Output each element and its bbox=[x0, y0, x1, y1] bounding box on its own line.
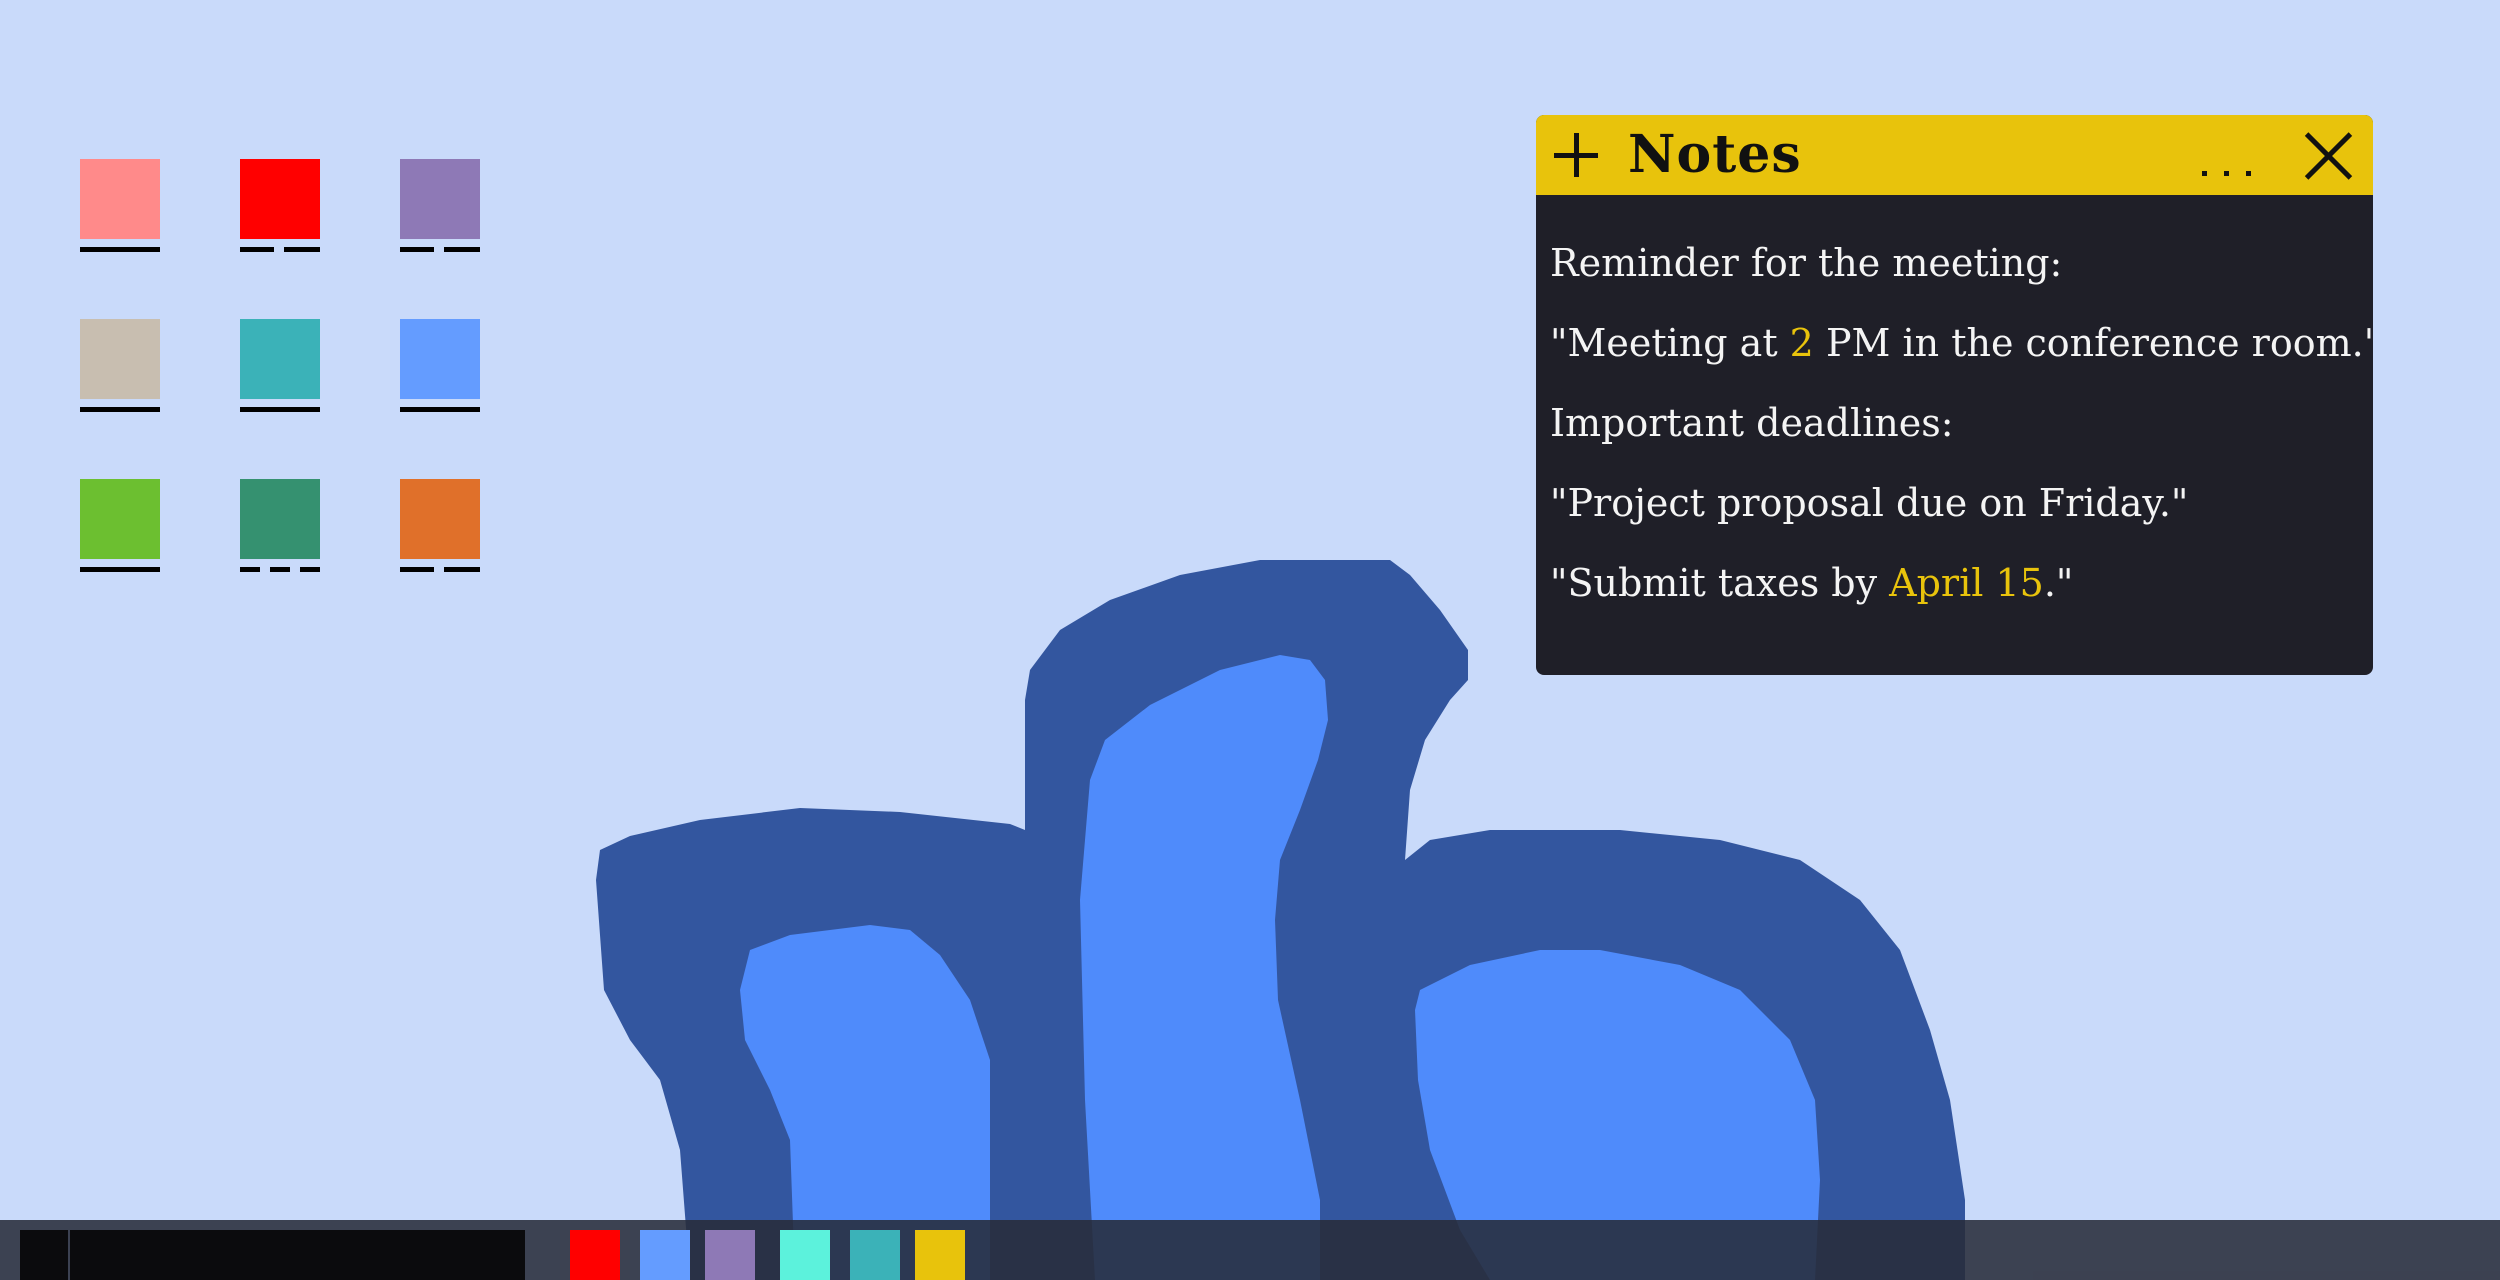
note-line: "Meeting at 2 PM in the conference room.… bbox=[1550, 303, 2373, 383]
notes-titlebar[interactable]: Notes bbox=[1536, 115, 2373, 195]
beige-folder-icon[interactable] bbox=[80, 319, 160, 419]
cyan-app-icon[interactable] bbox=[780, 1230, 830, 1280]
red-app-icon[interactable] bbox=[570, 1230, 620, 1280]
teal-app-icon[interactable] bbox=[850, 1230, 900, 1280]
icon-swatch bbox=[240, 159, 320, 239]
icon-swatch bbox=[80, 319, 160, 399]
icon-swatch bbox=[80, 159, 160, 239]
dark-green-folder-icon[interactable] bbox=[240, 479, 320, 579]
more-options-icon[interactable] bbox=[2202, 159, 2262, 179]
note-line: "Project proposal due on Friday." bbox=[1550, 463, 2365, 543]
icon-swatch bbox=[400, 479, 480, 559]
icon-label-placeholder bbox=[80, 407, 160, 412]
teal-folder-icon[interactable] bbox=[240, 319, 320, 419]
icon-label-placeholder bbox=[240, 407, 320, 412]
icon-label-placeholder bbox=[80, 247, 160, 252]
add-note-icon[interactable] bbox=[1550, 129, 1602, 181]
icon-label-placeholder bbox=[80, 567, 160, 572]
close-icon[interactable] bbox=[2302, 129, 2356, 183]
icon-swatch bbox=[240, 479, 320, 559]
orange-folder-icon[interactable] bbox=[400, 479, 480, 579]
notes-window[interactable]: Notes Reminder for the meeting: "Meeting … bbox=[1536, 115, 2373, 675]
note-line: Reminder for the meeting: bbox=[1550, 223, 2365, 303]
note-line: Important deadlines: bbox=[1550, 383, 2365, 463]
note-text: "Project proposal due on Friday." bbox=[1550, 481, 2189, 525]
icon-swatch bbox=[400, 319, 480, 399]
blue-folder-icon[interactable] bbox=[400, 319, 480, 419]
notes-body[interactable]: Reminder for the meeting: "Meeting at 2 P… bbox=[1550, 223, 2373, 623]
icon-label-placeholder bbox=[400, 407, 480, 412]
red-folder-icon[interactable] bbox=[240, 159, 320, 259]
taskbar bbox=[0, 1220, 2500, 1280]
icon-label-placeholder bbox=[400, 247, 480, 252]
green-folder-icon[interactable] bbox=[80, 479, 160, 579]
note-text: "Submit taxes by bbox=[1550, 561, 1890, 605]
note-highlight: April 15 bbox=[1889, 561, 2044, 605]
note-text: PM in the conference room." bbox=[1813, 321, 2373, 365]
notes-title: Notes bbox=[1628, 124, 1802, 185]
icon-swatch bbox=[80, 479, 160, 559]
pink-folder-icon[interactable] bbox=[80, 159, 160, 259]
icon-swatch bbox=[240, 319, 320, 399]
desktop: Notes Reminder for the meeting: "Meeting … bbox=[0, 0, 2500, 1280]
note-text: Important deadlines: bbox=[1550, 401, 1954, 445]
note-text: Reminder for the meeting: bbox=[1550, 241, 2063, 285]
yellow-app-icon[interactable] bbox=[915, 1230, 965, 1280]
note-line: "Submit taxes by April 15." bbox=[1550, 543, 2365, 623]
start-button[interactable] bbox=[20, 1230, 68, 1280]
note-text: "Meeting at bbox=[1550, 321, 1790, 365]
icon-label-placeholder bbox=[240, 567, 320, 572]
taskbar-search-box[interactable] bbox=[70, 1230, 525, 1280]
icon-label-placeholder bbox=[240, 247, 320, 252]
icon-swatch bbox=[400, 159, 480, 239]
note-text: ." bbox=[2043, 561, 2074, 605]
purple-folder-icon[interactable] bbox=[400, 159, 480, 259]
purple-app-icon[interactable] bbox=[705, 1230, 755, 1280]
icon-label-placeholder bbox=[400, 567, 480, 572]
blue-app-icon[interactable] bbox=[640, 1230, 690, 1280]
note-highlight: 2 bbox=[1789, 321, 1814, 365]
